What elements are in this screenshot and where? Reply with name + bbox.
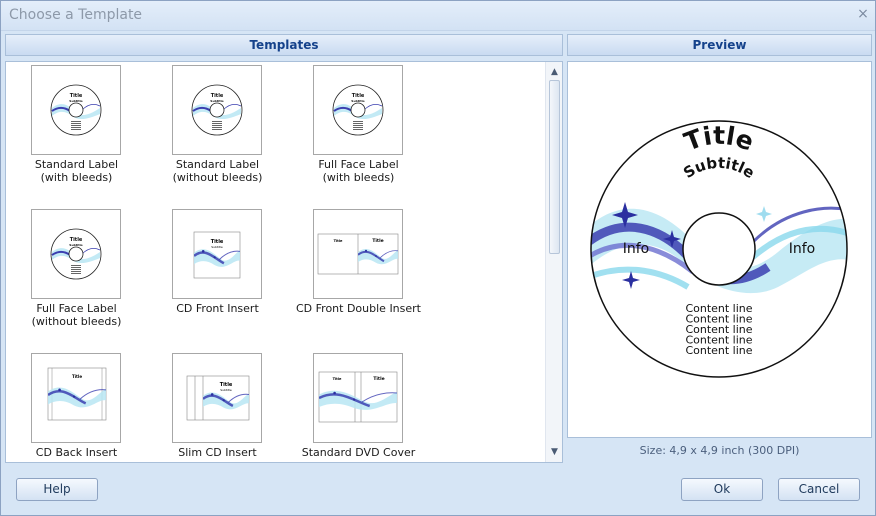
title-bar: Choose a Template ×	[1, 1, 875, 31]
template-item[interactable]: Title CD Back Insert	[6, 350, 147, 462]
template-thumbnail: Title	[31, 353, 121, 443]
template-label: Standard Label (without bleeds)	[172, 158, 263, 184]
template-item[interactable]: Title Title Standard DVD Cover	[288, 350, 429, 462]
template-label: Standard DVD Cover	[301, 446, 416, 459]
template-thumbnail: Title Subtitle	[172, 353, 262, 443]
svg-text:Subtitle: Subtitle	[210, 99, 223, 103]
svg-text:Title: Title	[373, 376, 384, 382]
template-label: CD Front Insert	[176, 302, 259, 315]
template-item[interactable]: Title Subtitle Full Face Label (without …	[6, 206, 147, 336]
template-label: Slim CD Insert	[178, 446, 257, 459]
template-thumbnail: Title Subtitle	[313, 65, 403, 155]
preview-info-left: Info	[623, 241, 650, 257]
template-item[interactable]: Title Subtitle CD Front Insert	[147, 206, 288, 336]
template-label: CD Back Insert	[35, 446, 118, 459]
svg-text:Subtitle: Subtitle	[220, 388, 232, 392]
template-thumbnail: Title Subtitle	[172, 65, 262, 155]
templates-header: Templates	[5, 34, 563, 56]
template-item[interactable]: Title Title CD Front Double Insert	[288, 206, 429, 336]
cancel-button[interactable]: Cancel	[778, 478, 860, 501]
scroll-up-icon[interactable]: ▲	[546, 64, 562, 80]
close-icon[interactable]: ×	[855, 5, 871, 23]
template-list[interactable]: Title Subtitle Standard Label (with blee…	[5, 61, 563, 463]
svg-text:Title: Title	[72, 374, 82, 379]
window-title: Choose a Template	[9, 7, 143, 23]
template-thumbnail: Title Title	[313, 353, 403, 443]
preview-content-line: Content line	[685, 344, 752, 357]
vertical-scrollbar[interactable]: ▲ ▼	[545, 62, 562, 462]
template-dialog: Choose a Template × Templates Preview Ti…	[0, 0, 876, 516]
template-thumbnail: Title Subtitle	[31, 209, 121, 299]
svg-text:Subtitle: Subtitle	[69, 99, 82, 103]
template-thumbnail: Title Subtitle	[172, 209, 262, 299]
size-info: Size: 4,9 x 4,9 inch (300 DPI)	[639, 444, 800, 457]
template-label: Standard Label (with bleeds)	[34, 158, 119, 184]
svg-text:Title: Title	[334, 239, 343, 243]
template-label: Full Face Label (without bleeds)	[31, 302, 122, 328]
ok-button[interactable]: Ok	[681, 478, 763, 501]
svg-text:Subtitle: Subtitle	[69, 243, 82, 247]
template-item[interactable]: Title Subtitle Standard Label (with blee…	[6, 62, 147, 192]
preview-info-right: Info	[789, 241, 816, 257]
template-item[interactable]: Title Subtitle Slim CD Insert	[147, 350, 288, 462]
preview-panel: Title Subtitle Info Info Content line Con…	[567, 61, 872, 438]
help-button[interactable]: Help	[16, 478, 98, 501]
scrollbar-thumb[interactable]	[549, 80, 560, 254]
preview-header: Preview	[567, 34, 872, 56]
template-thumbnail: Title Subtitle	[31, 65, 121, 155]
template-thumbnail: Title Title	[313, 209, 403, 299]
template-label: CD Front Double Insert	[296, 302, 421, 315]
template-item[interactable]: Title Subtitle Standard Label (without b…	[147, 62, 288, 192]
template-item[interactable]: Title Subtitle Full Face Label (with ble…	[288, 62, 429, 192]
template-label: Full Face Label (with bleeds)	[318, 158, 399, 184]
svg-text:Subtitle: Subtitle	[351, 99, 364, 103]
scroll-down-icon[interactable]: ▼	[546, 444, 562, 460]
svg-text:Title: Title	[333, 377, 342, 381]
svg-text:Title: Title	[372, 238, 383, 244]
disc-preview: Title Subtitle Info Info Content lineCon…	[590, 120, 848, 378]
svg-text:Subtitle: Subtitle	[211, 245, 223, 249]
